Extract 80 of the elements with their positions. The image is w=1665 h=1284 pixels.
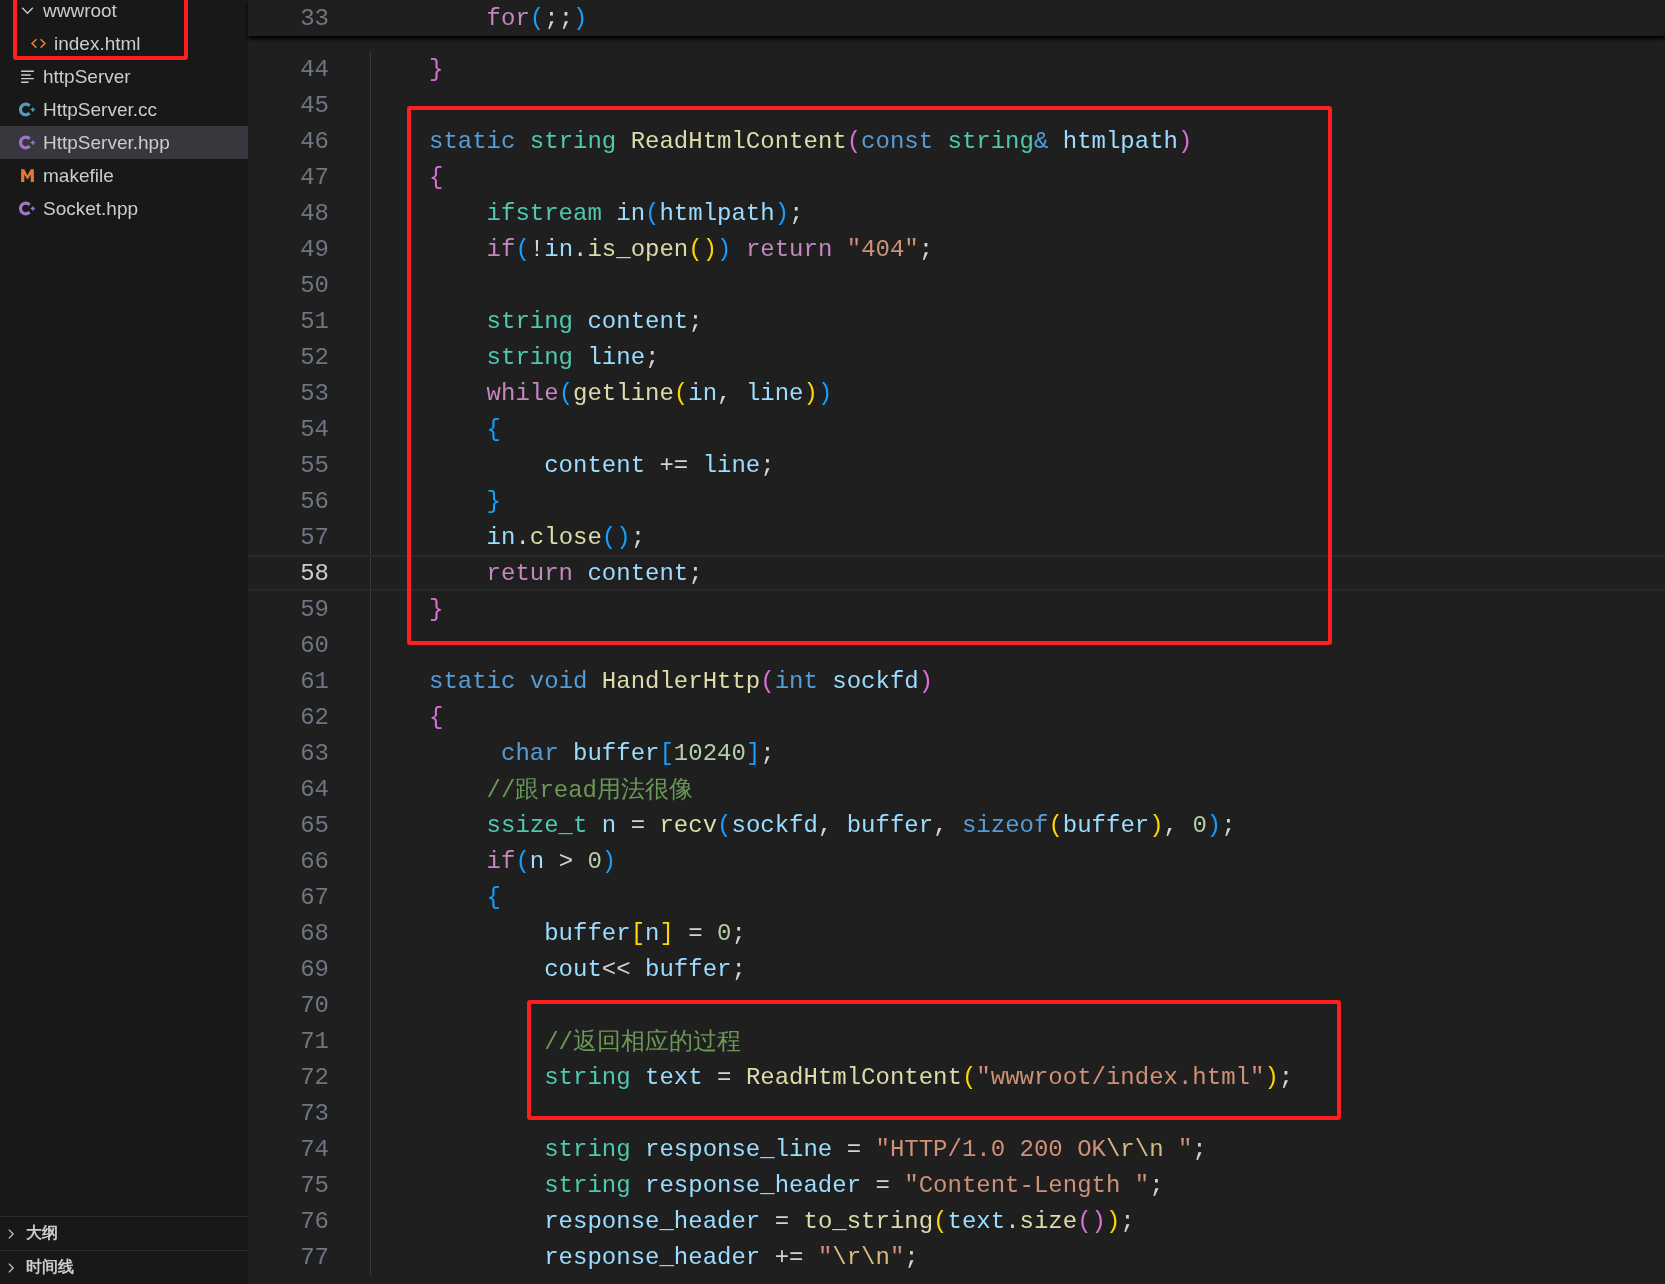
code-line: while(getline(in, line)) (485, 379, 833, 407)
tree-item[interactable]: wwwroot (0, 0, 248, 27)
line-number: 70 (299, 991, 329, 1019)
code-line: return content; (485, 559, 703, 587)
line-number: 69 (299, 955, 329, 983)
code-line: { (429, 163, 444, 191)
code-line: buffer[n] = 0; (543, 919, 746, 947)
line-number: 54 (299, 415, 329, 443)
line-number: 77 (299, 1243, 329, 1271)
tree-item[interactable]: makefile (0, 159, 248, 192)
line-number: 56 (299, 487, 329, 515)
tree-item[interactable]: Socket.hpp (0, 192, 248, 225)
m-letter-icon (19, 167, 36, 184)
code-line: } (429, 55, 444, 83)
code-line: //返回相应的过程 (543, 1028, 742, 1057)
line-number: 67 (299, 883, 329, 911)
code-line: string line; (485, 343, 660, 371)
code-line: if(!in.is_open()) return "404"; (485, 235, 934, 263)
c-plus-icon (19, 101, 36, 118)
line-number: 46 (299, 127, 329, 155)
line-number: 47 (299, 163, 329, 191)
line-number: 53 (299, 379, 329, 407)
c-plus-icon (19, 200, 36, 217)
tree-item[interactable]: HttpServer.hpp (0, 126, 248, 159)
code-line: { (485, 415, 501, 443)
line-number: 52 (299, 343, 329, 371)
code-line: for(;;) (485, 4, 588, 32)
tree-item[interactable]: httpServer (0, 60, 248, 93)
code-line: ifstream in(htmlpath); (485, 199, 804, 227)
line-number: 65 (299, 811, 329, 839)
line-number: 73 (299, 1099, 329, 1127)
code-line: string response_header = "Content-Length "; (543, 1171, 1164, 1199)
line-number: 45 (299, 91, 329, 119)
code-line: } (485, 487, 501, 515)
line-number: 50 (299, 271, 329, 299)
code-line: content += line; (543, 451, 775, 479)
code-line: cout<< buffer; (543, 955, 746, 983)
section-title: 大纲 (26, 1223, 58, 1243)
line-number: 66 (299, 847, 329, 875)
line-number: 71 (299, 1027, 329, 1055)
line-number: 62 (299, 703, 329, 731)
code-line: ssize_t n = recv(sockfd, buffer, sizeof(buffer), 0); (485, 811, 1236, 839)
code-line: string text = ReadHtmlContent("wwwroot/index.html"); (543, 1063, 1294, 1091)
line-number: 68 (299, 919, 329, 947)
line-number: 72 (299, 1063, 329, 1091)
line-number: 76 (299, 1207, 329, 1235)
line-number: 64 (299, 775, 329, 803)
code-line: response_header = to_string(text.size()); (543, 1207, 1135, 1235)
panel-section-header[interactable]: 时间线 (0, 1250, 248, 1284)
c-plus-icon (19, 134, 36, 151)
line-number: 59 (299, 595, 329, 623)
code-line: string response_line = "HTTP/1.0 200 OK\r\n "; (543, 1135, 1207, 1163)
code-line: if(n > 0) (485, 847, 617, 875)
section-title: 时间线 (26, 1257, 74, 1277)
line-number: 74 (299, 1135, 329, 1163)
code-line: { (429, 703, 444, 731)
line-number: 58 (299, 559, 329, 587)
code-line: char buffer[10240]; (500, 739, 775, 767)
code-line: //跟read用法很像 (485, 776, 694, 805)
line-number: 51 (299, 307, 329, 335)
code-line: static void HandlerHttp(int sockfd) (429, 667, 934, 695)
line-number: 75 (299, 1171, 329, 1199)
code-line: { (485, 883, 501, 911)
code-line: in.close(); (485, 523, 646, 551)
code-line: response_header += "\r\n"; (543, 1243, 919, 1271)
code-line: string content; (485, 307, 703, 335)
code-line: static string ReadHtmlContent(const string& htmlpath) (429, 127, 1193, 155)
line-number: 49 (299, 235, 329, 263)
tree-item[interactable]: HttpServer.cc (0, 93, 248, 126)
text-lines-icon (19, 68, 36, 85)
line-number: 48 (299, 199, 329, 227)
line-number: 44 (299, 55, 329, 83)
tree-item[interactable]: index.html (0, 27, 248, 60)
line-number: 63 (299, 739, 329, 767)
line-number: 60 (299, 631, 329, 659)
line-number: 57 (299, 523, 329, 551)
code-line: } (429, 595, 444, 623)
line-number: 61 (299, 667, 329, 695)
line-number: 55 (299, 451, 329, 479)
line-number: 33 (299, 4, 329, 32)
